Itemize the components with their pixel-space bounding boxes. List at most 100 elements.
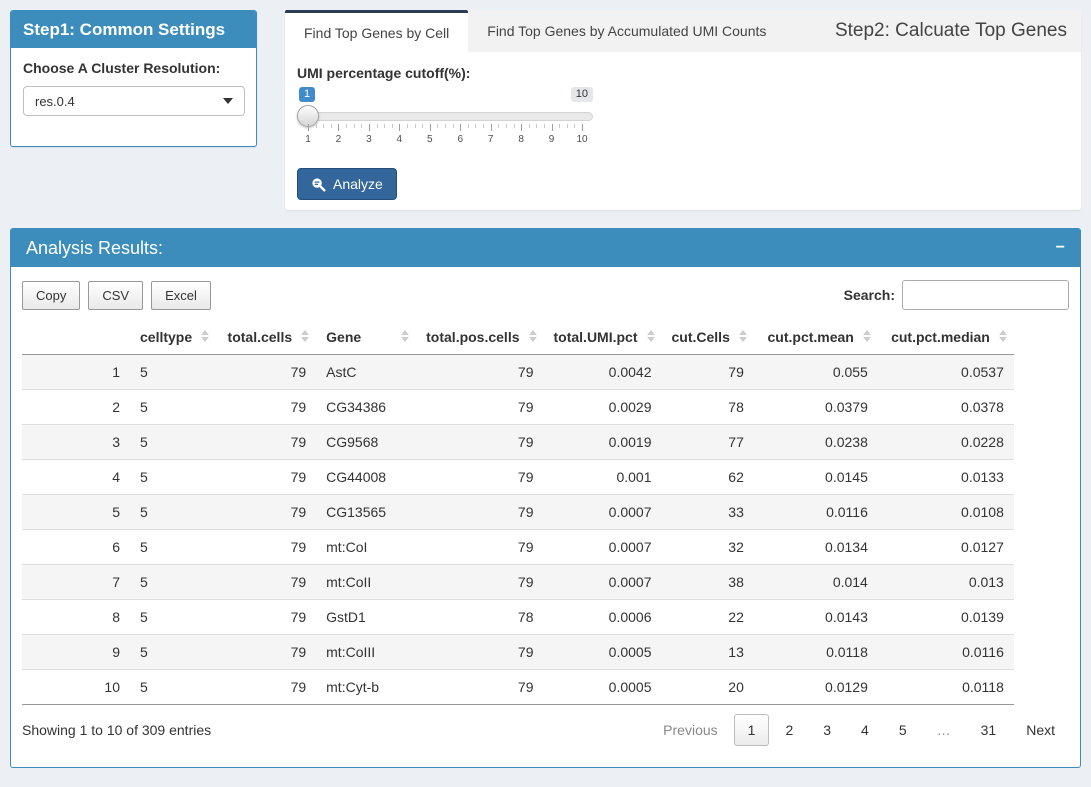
slider-tick [445,124,446,128]
table-cell: 0.0005 [544,670,662,705]
tab-find-top-genes-by-accumulated-umi-counts[interactable]: Find Top Genes by Accumulated UMI Counts [468,10,785,52]
slider-tick [384,124,385,128]
analyze-button-label: Analyze [333,176,383,192]
results-table-body: 1579AstC790.0042790.0550.05372579CG34386… [22,355,1014,705]
csv-button[interactable]: CSV [88,281,143,310]
table-cell: 78 [662,390,754,425]
cluster-resolution-select[interactable]: res.0.4 [23,86,245,116]
page-button-31[interactable]: 31 [967,714,1011,746]
sort-arrows-icon [301,330,310,344]
table-cell: 79 [216,390,316,425]
column-header-label: total.UMI.pct [554,329,638,345]
table-cell: 5 [130,460,216,495]
table-cell: mt:CoII [316,565,416,600]
table-row[interactable]: 6579mt:CoI790.0007320.01340.0127 [22,530,1014,565]
table-cell: 5 [130,565,216,600]
slider-tick-label: 8 [518,134,524,145]
next-page-button[interactable]: Next [1012,714,1069,746]
table-cell: CG9568 [316,425,416,460]
page-button-5[interactable]: 5 [885,714,921,746]
table-cell: 1 [22,355,130,390]
table-cell: 0.0007 [544,530,662,565]
collapse-icon[interactable]: − [1056,240,1065,256]
slider-tick [544,124,545,128]
table-cell: 79 [216,495,316,530]
column-header-label: total.pos.cells [426,329,519,345]
slider-tick [422,124,423,128]
table-row[interactable]: 4579CG44008790.001620.01450.0133 [22,460,1014,495]
table-cell: mt:CoI [316,530,416,565]
table-row[interactable]: 8579GstD1780.0006220.01430.0139 [22,600,1014,635]
table-cell: mt:CoIII [316,635,416,670]
analyze-button[interactable]: Analyze [297,168,397,200]
table-cell: AstC [316,355,416,390]
page-button-3[interactable]: 3 [809,714,845,746]
table-cell: 0.0134 [754,530,878,565]
table-cell: 32 [662,530,754,565]
previous-page-button[interactable]: Previous [649,714,731,746]
table-cell: 5 [130,600,216,635]
column-header-cut.pct.mean[interactable]: cut.pct.mean [754,320,878,355]
copy-button[interactable]: Copy [22,281,80,310]
table-cell: 79 [216,355,316,390]
tab-find-top-genes-by-cell[interactable]: Find Top Genes by Cell [285,10,468,52]
column-header-total.UMI.pct[interactable]: total.UMI.pct [544,320,662,355]
table-row[interactable]: 3579CG9568790.0019770.02380.0228 [22,425,1014,460]
column-header-total.pos.cells[interactable]: total.pos.cells [416,320,543,355]
column-header-cut.pct.median[interactable]: cut.pct.median [878,320,1014,355]
slider-tick [468,124,469,128]
table-cell: 79 [216,530,316,565]
table-cell: CG44008 [316,460,416,495]
table-row[interactable]: 1579AstC790.0042790.0550.0537 [22,355,1014,390]
chevron-down-icon [223,98,233,104]
slider-tick [460,124,461,131]
slider-value-badge: 1 [299,87,315,102]
table-cell: 38 [662,565,754,600]
table-cell: 0.0537 [878,355,1014,390]
slider-track[interactable] [297,112,593,121]
table-cell: 22 [662,600,754,635]
column-header-label: Gene [326,329,361,345]
column-header-Gene[interactable]: Gene [316,320,416,355]
table-cell: 0.0005 [544,635,662,670]
table-row[interactable]: 2579CG34386790.0029780.03790.0378 [22,390,1014,425]
table-cell: 0.0145 [754,460,878,495]
table-cell: 2 [22,390,130,425]
table-row[interactable]: 10579mt:Cyt-b790.0005200.01290.0118 [22,670,1014,705]
analysis-results-header: Analysis Results: − [11,229,1080,267]
sort-arrows-icon [529,330,538,344]
slider-tick [567,124,568,128]
sort-arrows-icon [647,330,656,344]
column-header-cut.Cells[interactable]: cut.Cells [662,320,754,355]
sort-arrows-icon [201,330,210,344]
slider-tick [308,124,309,131]
excel-button[interactable]: Excel [151,281,211,310]
table-toolbar: Copy CSV Excel Search: [22,280,1069,310]
table-cell: 62 [662,460,754,495]
table-cell: 0.0118 [878,670,1014,705]
search-input[interactable] [902,280,1069,310]
table-cell: 5 [130,390,216,425]
table-cell: 78 [416,600,543,635]
page-button-2[interactable]: 2 [771,714,807,746]
results-table-head: celltypetotal.cells Gene total.pos.cells to… [22,320,1014,355]
slider-tick-label: 2 [336,134,342,145]
column-header-celltype[interactable]: celltype [130,320,216,355]
sort-arrows-icon [739,330,748,344]
cluster-resolution-label: Choose A Cluster Resolution: [23,60,244,76]
column-header-total.cells[interactable]: total.cells [216,320,316,355]
page-button-1[interactable]: 1 [734,714,770,746]
table-cell: 79 [416,635,543,670]
slider-tick [521,124,522,131]
table-row[interactable]: 7579mt:CoII790.0007380.0140.013 [22,565,1014,600]
table-row[interactable]: 9579mt:CoIII790.0005130.01180.0116 [22,635,1014,670]
ellipsis: … [923,714,965,746]
table-cell: 0.014 [754,565,878,600]
table-row[interactable]: 5579CG13565790.0007330.01160.0108 [22,495,1014,530]
results-table: celltypetotal.cells Gene total.pos.cells to… [22,320,1014,705]
page-button-4[interactable]: 4 [847,714,883,746]
table-cell: 0.0139 [878,600,1014,635]
table-cell: 79 [216,635,316,670]
slider-tick [338,124,339,131]
slider-ticks [308,124,582,132]
